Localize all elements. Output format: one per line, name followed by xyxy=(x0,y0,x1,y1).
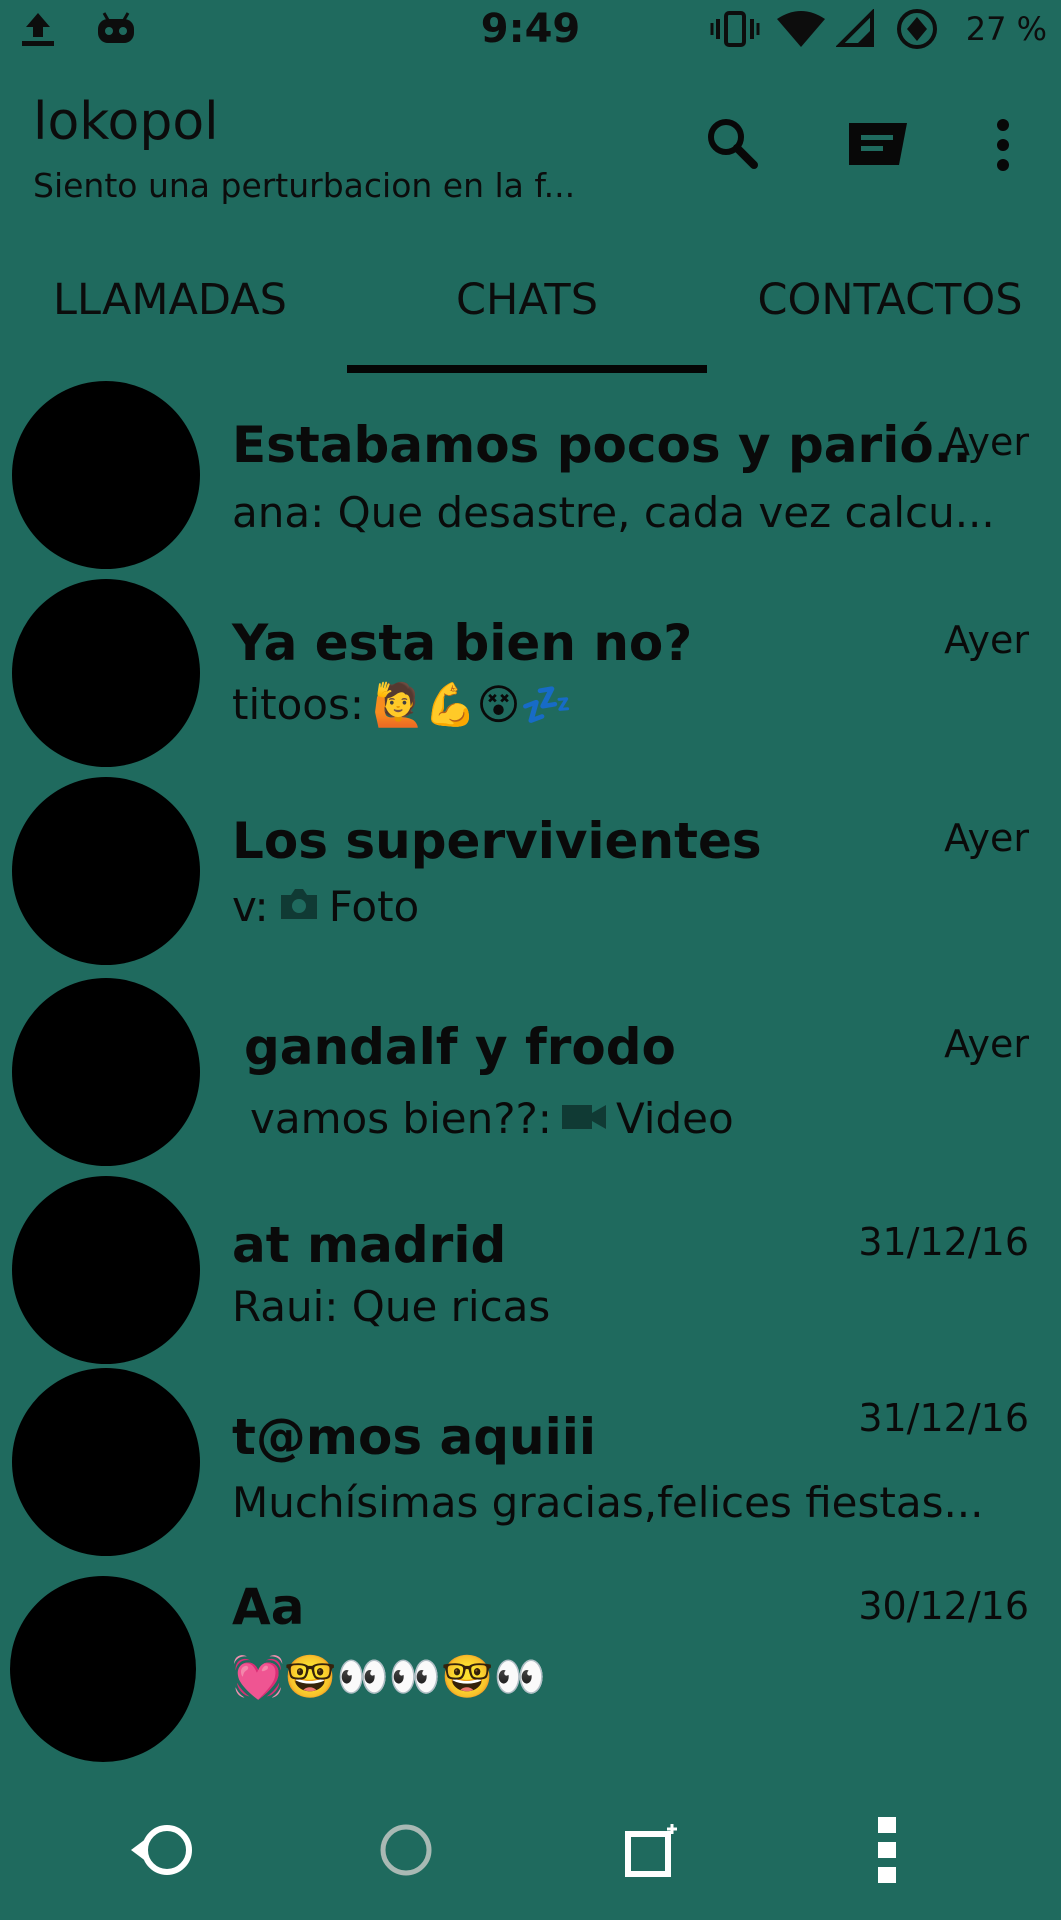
chat-row[interactable]: t@mos aquiii 31/12/16 Muchísimas gracias… xyxy=(0,1368,1061,1566)
chat-preview: Raui: Que ricas xyxy=(232,1282,550,1331)
tab-bar: LLAMADAS CHATS CONTACTOS xyxy=(0,240,1061,375)
avatar xyxy=(12,381,200,569)
preview-text: Muchísimas gracias,felices fiestas... xyxy=(232,1478,984,1527)
more-options-icon[interactable] xyxy=(968,110,1038,180)
chat-row[interactable]: Ya esta bien no? Ayer titoos: 🙋💪😵💤 xyxy=(0,576,1061,774)
emoji-sequence: 🙋💪😵💤 xyxy=(372,679,573,729)
back-icon[interactable] xyxy=(112,1800,212,1900)
home-icon[interactable] xyxy=(356,1800,456,1900)
chat-preview: vamos bien??: Video xyxy=(250,1094,734,1143)
chat-title: gandalf y frodo xyxy=(244,1018,676,1076)
signal-icon xyxy=(836,0,876,58)
new-chat-icon[interactable] xyxy=(843,110,913,180)
menu-icon[interactable] xyxy=(837,1800,937,1900)
chat-preview: ana: Que desastre, cada vez calcu... xyxy=(232,488,995,537)
data-saver-icon xyxy=(895,0,939,58)
status-bar: 9:49 27 % xyxy=(0,0,1061,58)
search-icon[interactable] xyxy=(697,108,767,178)
chat-row[interactable]: Estabamos pocos y parió.. Ayer ana: Que … xyxy=(0,378,1061,576)
chat-time: 30/12/16 xyxy=(858,1584,1029,1628)
navigation-bar xyxy=(0,1780,1061,1920)
avatar xyxy=(12,777,200,965)
preview-sender: v: xyxy=(232,882,269,931)
preview-text: titoos: xyxy=(232,680,365,729)
preview-sender: vamos bien??: xyxy=(250,1094,552,1143)
tab-indicator xyxy=(347,365,707,373)
app-bar: lokopol Siento una perturbacion en la f.… xyxy=(0,58,1061,218)
tab-contactos[interactable]: CONTACTOS xyxy=(730,240,1050,360)
avatar xyxy=(12,1368,200,1556)
chat-time: Ayer xyxy=(944,420,1029,464)
battery-level: 27 % xyxy=(965,10,1047,48)
chat-title: t@mos aquiii xyxy=(232,1408,597,1466)
media-label: Foto xyxy=(328,882,420,931)
media-label: Video xyxy=(615,1094,734,1143)
tab-chats[interactable]: CHATS xyxy=(377,240,677,360)
chat-time: Ayer xyxy=(944,816,1029,860)
vibrate-icon xyxy=(710,0,760,58)
avatar xyxy=(10,1576,196,1762)
chat-time: 31/12/16 xyxy=(858,1220,1029,1264)
avatar xyxy=(12,1176,200,1364)
chat-title: Aa xyxy=(232,1578,305,1636)
page-title: lokopol xyxy=(33,92,219,152)
status-subtitle: Siento una perturbacion en la f... xyxy=(33,166,576,205)
avatar xyxy=(12,978,200,1166)
chat-time: Ayer xyxy=(944,1022,1029,1066)
camera-icon xyxy=(277,882,321,931)
avatar xyxy=(12,579,200,767)
chat-row[interactable]: gandalf y frodo Ayer vamos bien??: Video xyxy=(0,972,1061,1170)
preview-text: Raui: Que ricas xyxy=(232,1282,551,1331)
preview-text: ana: Que desastre, cada vez calcu... xyxy=(232,488,995,537)
chat-title: Estabamos pocos y parió.. xyxy=(232,416,972,474)
chat-preview: v: Foto xyxy=(232,882,419,931)
recents-icon[interactable] xyxy=(602,1800,702,1900)
chat-time: Ayer xyxy=(944,618,1029,662)
video-icon xyxy=(560,1094,608,1143)
chat-preview: 💓🤓👀👀🤓👀 xyxy=(232,1656,546,1698)
chat-title: Ya esta bien no? xyxy=(232,614,693,672)
chat-row[interactable]: at madrid 31/12/16 Raui: Que ricas xyxy=(0,1170,1061,1368)
chat-preview: Muchísimas gracias,felices fiestas... xyxy=(232,1478,984,1527)
chat-preview: titoos: 🙋💪😵💤 xyxy=(232,680,573,729)
chat-time: 31/12/16 xyxy=(858,1396,1029,1440)
tab-llamadas[interactable]: LLAMADAS xyxy=(20,240,320,360)
chat-title: at madrid xyxy=(232,1216,507,1274)
chat-row[interactable]: Aa 30/12/16 💓🤓👀👀🤓👀 xyxy=(0,1566,1061,1764)
wifi-icon xyxy=(775,0,827,58)
emoji-sequence: 💓🤓👀👀🤓👀 xyxy=(232,1652,546,1701)
chat-title: Los supervivientes xyxy=(232,812,762,870)
chat-row[interactable]: Los supervivientes Ayer v: Foto xyxy=(0,774,1061,972)
